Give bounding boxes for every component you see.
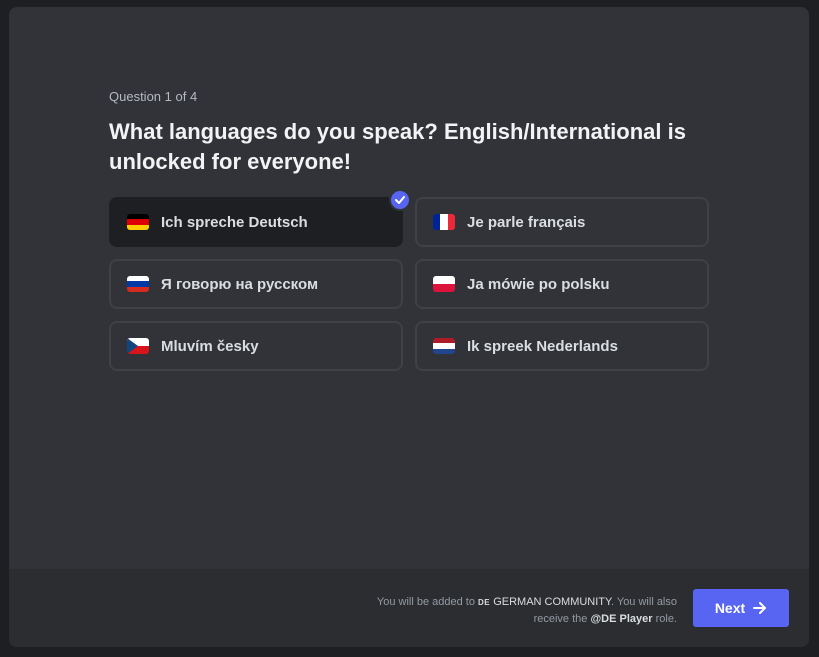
modal-footer: You will be added to DE GERMAN COMMUNITY…	[9, 569, 809, 647]
question-title: What languages do you speak? English/Int…	[109, 119, 686, 174]
france-flag-icon	[433, 214, 455, 230]
option-label: Я говорю на русском	[161, 275, 319, 293]
option-czech[interactable]: Mluvím česky	[109, 321, 403, 371]
option-label: Ik spreek Nederlands	[467, 337, 618, 355]
option-dutch[interactable]: Ik spreek Nederlands	[415, 321, 709, 371]
option-polish[interactable]: Ja mówie po polsku	[415, 259, 709, 309]
option-label: Je parle français	[467, 213, 586, 231]
russia-flag-icon	[127, 276, 149, 292]
footer-info-text: You will be added to DE GERMAN COMMUNITY…	[357, 594, 677, 627]
footer-text-suffix: role.	[655, 613, 677, 625]
option-label: Ja mówie po polsku	[467, 275, 610, 293]
question-counter: Question 1 of 4	[109, 89, 198, 104]
next-button-label: Next	[714, 600, 746, 616]
option-russian[interactable]: Я говорю на русском	[109, 259, 403, 309]
checkmark-icon	[389, 189, 411, 211]
option-french[interactable]: Je parle français	[415, 197, 709, 247]
option-german[interactable]: Ich spreche Deutsch	[109, 189, 411, 247]
czech-flag-icon	[127, 338, 149, 354]
next-button[interactable]: Next	[693, 589, 789, 627]
poland-flag-icon	[433, 276, 455, 292]
server-name: GERMAN COMMUNITY	[493, 596, 611, 608]
arrow-right-icon	[753, 602, 767, 614]
server-tag: DE	[478, 598, 491, 607]
question-header: Question 1 of 4 What languages do you sp…	[109, 89, 709, 177]
footer-text-prefix: You will be added to	[376, 596, 475, 608]
onboarding-modal: Question 1 of 4 What languages do you sp…	[9, 7, 809, 647]
role-name: @DE Player	[590, 613, 653, 625]
germany-flag-icon	[127, 214, 149, 230]
option-label: Ich spreche Deutsch	[161, 213, 308, 231]
option-label: Mluvím česky	[161, 337, 259, 355]
netherlands-flag-icon	[433, 338, 455, 354]
